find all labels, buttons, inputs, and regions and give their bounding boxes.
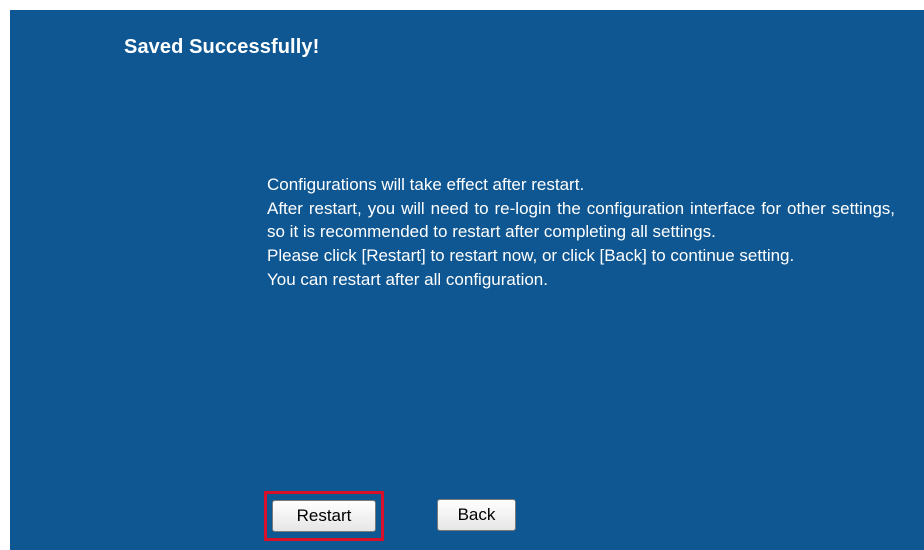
message-line: Please click [Restart] to restart now, o… <box>267 246 795 266</box>
message-line: You can restart after all configuration. <box>267 269 548 289</box>
back-button[interactable]: Back <box>437 499 516 531</box>
message-line: After restart, you will need to re-login… <box>267 198 895 242</box>
content-panel: Saved Successfully! Configurations will … <box>10 10 924 550</box>
restart-message: Configurations will take effect after re… <box>267 173 895 292</box>
message-line: Configurations will take effect after re… <box>267 175 585 194</box>
page-title: Saved Successfully! <box>124 36 320 58</box>
restart-button[interactable]: Restart <box>272 500 376 532</box>
